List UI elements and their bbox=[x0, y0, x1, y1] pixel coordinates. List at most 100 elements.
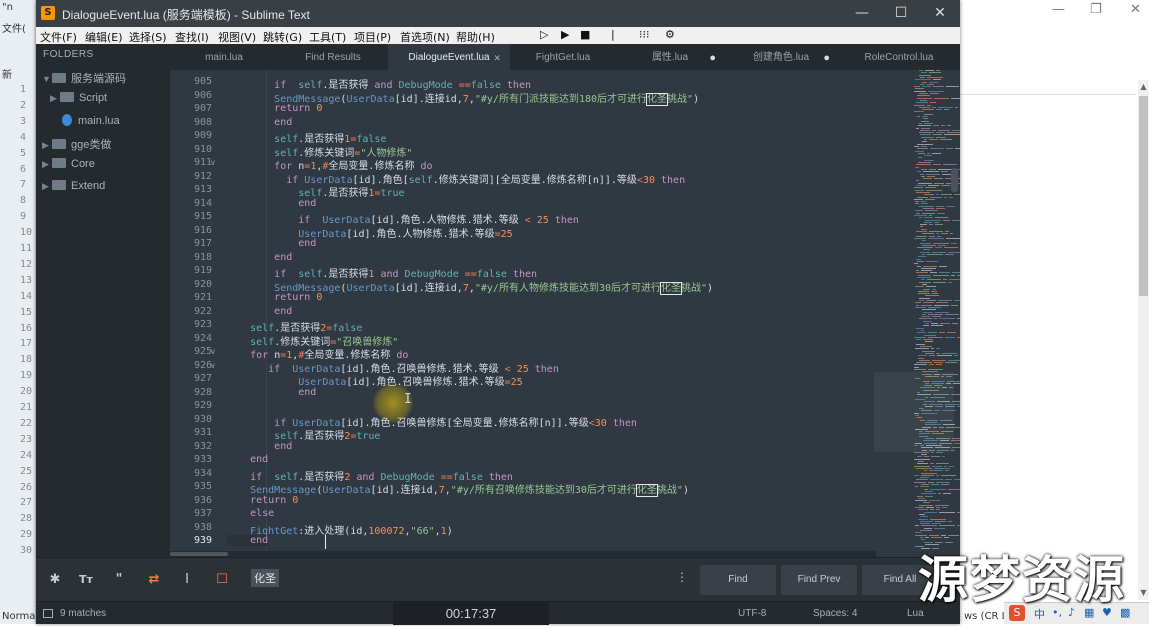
sidebar-item-main-lua[interactable]: main.lua bbox=[62, 114, 120, 132]
line-number: 923 bbox=[193, 319, 212, 330]
minimap-line bbox=[929, 72, 941, 74]
minimap-line bbox=[935, 311, 949, 313]
code-line[interactable]: return 0 bbox=[226, 103, 322, 114]
code-line[interactable]: end bbox=[226, 198, 316, 209]
regex-toggle[interactable]: ✱ bbox=[45, 571, 65, 589]
menu-selection[interactable]: 选择(S) bbox=[129, 29, 167, 45]
sidebar-item-extend[interactable]: ▶ Extend bbox=[42, 180, 105, 198]
minimap-line bbox=[921, 525, 937, 527]
case-toggle[interactable]: Tт bbox=[76, 571, 96, 589]
menu-project[interactable]: 项目(P) bbox=[354, 29, 391, 45]
menu-preferences[interactable]: 首选项(N) bbox=[400, 29, 450, 45]
highlight-matches-toggle[interactable]: ☐ bbox=[212, 571, 232, 589]
more-options-icon[interactable]: ⋮ bbox=[676, 570, 688, 584]
minimap-line bbox=[934, 527, 945, 529]
menu-find[interactable]: 查找(I) bbox=[175, 29, 209, 45]
sidebar-item-gge[interactable]: ▶ gge类做 bbox=[42, 136, 111, 154]
code-line[interactable]: end bbox=[226, 238, 316, 249]
window-title: DialogueEvent.lua (服务端模板) - Sublime Text bbox=[62, 8, 310, 22]
minimap-line bbox=[921, 316, 930, 318]
code-area[interactable]: if self.是否获得 and DebugMode ==false then … bbox=[226, 70, 876, 551]
minimize-button[interactable]: — bbox=[842, 3, 882, 23]
minimap-line bbox=[936, 509, 940, 511]
minimap-line bbox=[924, 139, 927, 140]
encoding-indicator[interactable]: UTF-8 bbox=[738, 608, 766, 619]
fold-arrow-icon[interactable]: ∨ bbox=[210, 347, 216, 356]
code-line[interactable]: end bbox=[226, 441, 292, 452]
minimap-line bbox=[948, 520, 952, 522]
tab-attributes[interactable]: 属性.lua ● bbox=[616, 44, 724, 70]
fold-arrow-icon[interactable]: ∨ bbox=[210, 361, 216, 370]
minimap-line bbox=[945, 362, 957, 364]
code-line[interactable]: end bbox=[226, 387, 316, 398]
minimap-line bbox=[945, 313, 959, 315]
minimap-line bbox=[931, 290, 937, 292]
run-icon[interactable]: ▶ bbox=[561, 28, 569, 41]
minimap-viewport[interactable] bbox=[874, 372, 954, 452]
stop-icon[interactable]: ■ bbox=[580, 28, 590, 41]
dots-icon[interactable]: ⁝⁝⁝ bbox=[639, 28, 650, 41]
folder-icon bbox=[52, 158, 66, 168]
collapsed-arrow-icon: ▶ bbox=[42, 159, 49, 169]
menu-goto[interactable]: 跳转(G) bbox=[263, 29, 302, 45]
minimap-line bbox=[916, 164, 931, 166]
minimap-line bbox=[914, 465, 930, 467]
sidebar-item-script[interactable]: ▶ Script bbox=[50, 92, 107, 110]
line-number: 936 bbox=[193, 494, 212, 506]
menu-tools[interactable]: 工具(T) bbox=[309, 29, 346, 45]
play-icon[interactable]: ▷ bbox=[540, 28, 548, 41]
sidebar-item-core[interactable]: ▶ Core bbox=[42, 158, 95, 176]
horizontal-scroll-thumb[interactable] bbox=[170, 552, 228, 556]
fold-arrow-icon[interactable]: ∨ bbox=[210, 158, 216, 167]
editor-scrollbar-thumb[interactable] bbox=[951, 168, 958, 192]
whole-word-toggle[interactable]: " bbox=[109, 571, 129, 589]
minimap-line bbox=[920, 226, 923, 228]
code-line[interactable]: end bbox=[226, 252, 292, 263]
code-line[interactable]: end bbox=[226, 117, 292, 128]
wrap-toggle[interactable]: ⇄ bbox=[144, 571, 164, 589]
code-line[interactable]: end bbox=[226, 454, 268, 465]
minimap-line bbox=[921, 203, 928, 205]
line-number: 909 bbox=[193, 130, 212, 141]
find-button[interactable]: Find bbox=[700, 565, 776, 595]
minimap-line bbox=[919, 70, 923, 71]
minimap-line bbox=[919, 217, 922, 219]
code-line[interactable]: end bbox=[226, 535, 269, 546]
indentation-indicator[interactable]: Spaces: 4 bbox=[813, 608, 857, 619]
code-line[interactable]: return 0 bbox=[226, 495, 298, 506]
tab-close-icon[interactable]: ✕ bbox=[493, 44, 501, 70]
code-line[interactable]: return 0 bbox=[226, 292, 322, 303]
menu-view[interactable]: 视图(V) bbox=[218, 29, 256, 45]
panel-toggle-icon[interactable] bbox=[43, 609, 53, 618]
tab-find-results[interactable]: Find Results bbox=[278, 44, 388, 70]
close-button[interactable]: ✕ bbox=[920, 3, 960, 23]
sidebar-item-server-source[interactable]: ▼ 服务端源码 bbox=[42, 70, 126, 88]
maximize-button[interactable]: ☐ bbox=[881, 3, 921, 23]
minimap-line bbox=[937, 235, 941, 237]
in-selection-toggle[interactable]: I bbox=[177, 571, 197, 589]
gear-icon[interactable]: ⚙ bbox=[665, 28, 675, 41]
bg-line-number: 17 bbox=[20, 338, 33, 350]
minimap-line bbox=[915, 201, 919, 203]
tab-role-control[interactable]: RoleControl.lua bbox=[838, 44, 960, 70]
sidebar-item-label: main.lua bbox=[78, 115, 120, 127]
tab-dialogue-event[interactable]: DialogueEvent.lua ✕ bbox=[388, 44, 510, 70]
menu-file[interactable]: 文件(F) bbox=[40, 29, 77, 45]
menu-help[interactable]: 帮助(H) bbox=[456, 29, 495, 45]
minimap-line bbox=[930, 148, 944, 150]
tab-fightget[interactable]: FightGet.lua bbox=[510, 44, 616, 70]
bg-line-number: 29 bbox=[20, 529, 33, 541]
code-line[interactable]: end bbox=[226, 306, 292, 317]
find-prev-button[interactable]: Find Prev bbox=[781, 565, 857, 595]
tab-main-lua[interactable]: main.lua bbox=[170, 44, 278, 70]
menu-edit[interactable]: 编辑(E) bbox=[85, 29, 123, 45]
minimap[interactable] bbox=[876, 70, 960, 557]
minimap-line bbox=[933, 134, 942, 136]
minimap-line bbox=[930, 509, 934, 511]
code-line[interactable]: else bbox=[226, 508, 274, 519]
tab-create-role[interactable]: 创建角色.lua ● bbox=[724, 44, 838, 70]
minimap-line bbox=[936, 348, 940, 350]
minimap-line bbox=[915, 500, 927, 502]
find-input[interactable]: 化圣 bbox=[247, 564, 685, 594]
minimap-line bbox=[916, 185, 926, 186]
